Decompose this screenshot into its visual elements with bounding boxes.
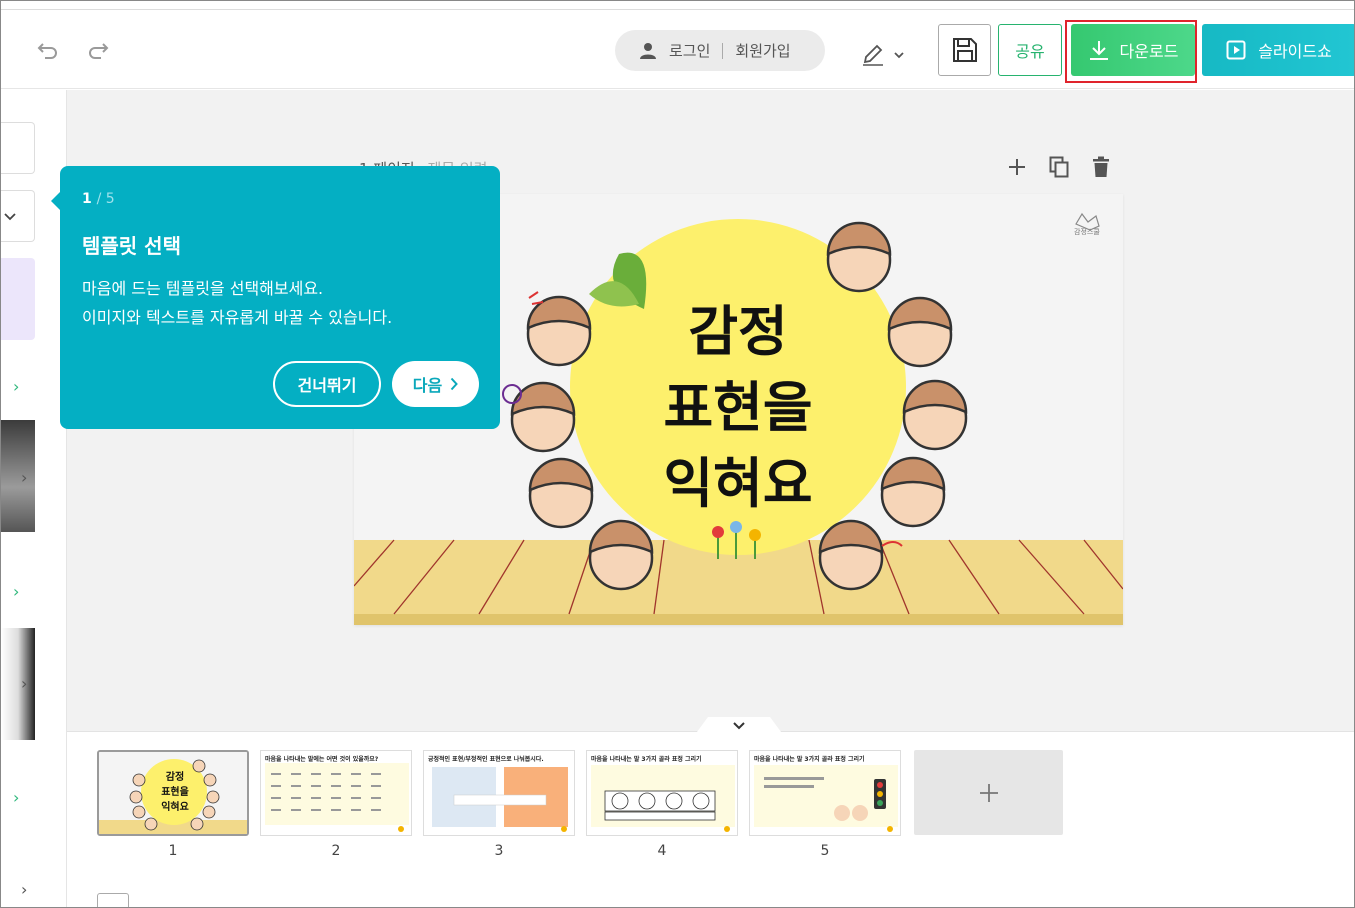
tour-title: 템플릿 선택 <box>82 234 181 258</box>
download-icon <box>1089 41 1108 60</box>
tour-step-current: 1 <box>82 191 92 207</box>
tour-body-line1: 마음에 드는 템플릿을 선택해보세요. <box>82 279 324 298</box>
thumb-5-title: 마음을 나타내는 말 3가지 골라 표정 그리기 <box>754 756 865 763</box>
page-thumbnail-3[interactable]: 긍정적인 표현/부정적인 표현으로 나눠봅시다. <box>423 750 575 836</box>
redo-icon <box>89 43 109 59</box>
download-label: 다운로드 <box>1119 42 1179 61</box>
slide-title[interactable]: 감정 표현을 익혀요 <box>638 294 838 522</box>
thumb-number-4: 4 <box>657 843 667 859</box>
tour-next-label: 다음 <box>412 376 443 395</box>
bottom-status-strip <box>67 881 1354 907</box>
page-thumbnail-2[interactable]: 마음을 나타내는 말에는 어떤 것이 있을까요? <box>260 750 412 836</box>
tour-step-counter: 1 / 5 <box>82 191 115 207</box>
chevron-right-icon[interactable]: › <box>21 468 27 487</box>
page-thumbnail-5[interactable]: 마음을 나타내는 말 3가지 골라 표정 그리기 <box>749 750 901 836</box>
chevron-right-icon[interactable]: › <box>13 377 19 396</box>
duplicate-page-button[interactable] <box>1048 156 1070 178</box>
chevron-down-icon <box>4 213 16 221</box>
add-page-tile[interactable] <box>914 750 1063 835</box>
tour-next-button[interactable]: 다음 <box>392 361 479 407</box>
chevron-right-icon[interactable]: › <box>13 582 19 601</box>
share-button[interactable]: 공유 <box>998 24 1062 76</box>
tour-body-line2: 이미지와 텍스트를 자유롭게 바꿀 수 있습니다. <box>82 308 393 327</box>
user-icon <box>640 42 656 59</box>
thumb-4-title: 마음을 나타내는 말 3가지 골라 표정 그리기 <box>591 756 702 763</box>
panel-search-box[interactable] <box>1 122 35 174</box>
thumb-1-title: 감정 표현을 익혀요 <box>161 772 189 813</box>
slideshow-button[interactable]: 슬라이드쇼 <box>1202 24 1354 76</box>
download-button[interactable]: 다운로드 <box>1071 24 1195 76</box>
thumb-number-2: 2 <box>331 843 341 859</box>
save-button[interactable] <box>938 24 991 76</box>
delete-page-button[interactable] <box>1090 156 1112 178</box>
undo-button[interactable] <box>34 36 62 64</box>
panel-selected-item[interactable] <box>1 258 35 340</box>
chevron-right-icon <box>450 377 459 391</box>
brand-mark-label: 감정스쿨 <box>1074 228 1100 236</box>
chevron-down-icon <box>894 52 904 59</box>
tour-step-total: 5 <box>105 191 115 207</box>
page-view-toggle[interactable] <box>97 893 129 907</box>
page-thumbnail-4[interactable]: 마음을 나타내는 말 3가지 골라 표정 그리기 <box>586 750 738 836</box>
template-thumb-partial[interactable] <box>1 420 35 532</box>
thumb-2-title: 마음을 나타내는 말에는 어떤 것이 있을까요? <box>265 756 379 763</box>
auth-pill: 로그인 회원가입 <box>615 30 825 71</box>
play-icon <box>1226 40 1246 60</box>
thumb-number-1: 1 <box>168 843 178 859</box>
add-page-button[interactable] <box>1006 156 1028 178</box>
slideshow-label: 슬라이드쇼 <box>1258 42 1332 61</box>
collapse-tray-button[interactable] <box>694 714 784 736</box>
slide-title-line3: 익혀요 <box>663 452 813 515</box>
page-tools <box>1006 156 1112 178</box>
thumb-number-5: 5 <box>820 843 830 859</box>
pen-icon <box>863 44 883 66</box>
chevron-right-icon[interactable]: › <box>21 880 27 899</box>
plus-icon <box>979 783 998 802</box>
slide-title-line1: 감정 <box>688 300 788 363</box>
divider <box>722 42 724 59</box>
pen-tool-dropdown[interactable] <box>861 44 915 66</box>
app-frame: 로그인 회원가입 공유 다운로드 슬라이드쇼 › › › › › › 감정스쿨 … <box>0 0 1355 908</box>
tour-body: 마음에 드는 템플릿을 선택해보세요. 이미지와 텍스트를 자유롭게 바꿀 수 … <box>82 274 392 332</box>
chevron-right-icon[interactable]: › <box>21 674 27 693</box>
page-thumbnail-1[interactable]: 감정 표현을 익혀요 <box>97 750 249 836</box>
trash-icon <box>1093 156 1109 177</box>
onboarding-tooltip: 1 / 5 템플릿 선택 마음에 드는 템플릿을 선택해보세요. 이미지와 텍스… <box>51 166 500 429</box>
redo-button[interactable] <box>84 36 112 64</box>
tour-skip-button[interactable]: 건너뛰기 <box>273 361 381 407</box>
save-icon <box>952 38 977 62</box>
plus-icon <box>1009 159 1025 175</box>
slide-title-line2: 표현을 <box>663 376 813 439</box>
top-toolbar: 로그인 회원가입 공유 다운로드 슬라이드쇼 <box>1 9 1354 89</box>
panel-category-select[interactable] <box>1 190 35 242</box>
signup-link[interactable]: 회원가입 <box>735 40 790 61</box>
login-link[interactable]: 로그인 <box>669 40 710 61</box>
template-thumb-partial[interactable] <box>1 628 35 740</box>
thumb-number-3: 3 <box>494 843 504 859</box>
undo-icon <box>37 43 57 59</box>
left-template-panel: › › › › › › <box>1 90 67 907</box>
copy-icon <box>1049 156 1069 178</box>
thumb-3-title: 긍정적인 표현/부정적인 표현으로 나눠봅시다. <box>428 756 544 763</box>
chevron-right-icon[interactable]: › <box>13 788 19 807</box>
